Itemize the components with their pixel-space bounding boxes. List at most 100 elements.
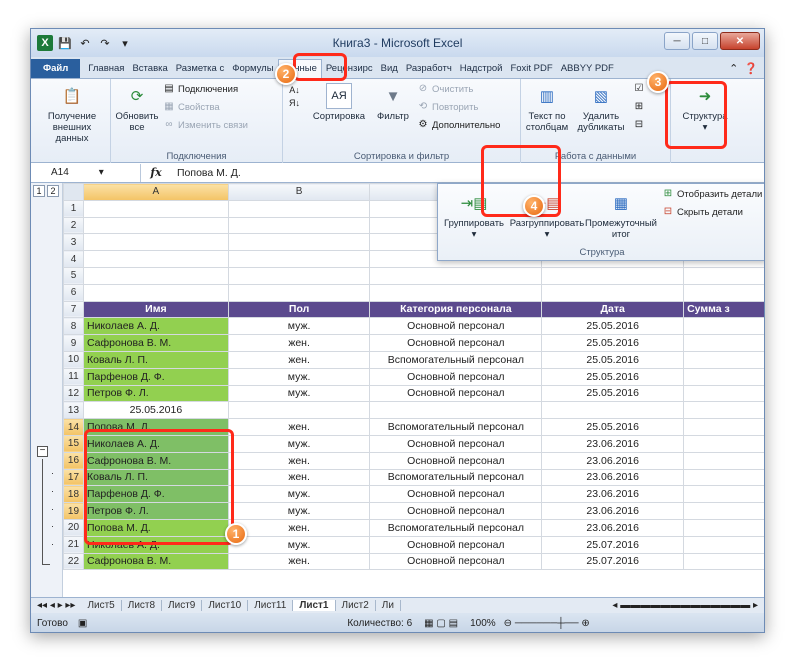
cell-category[interactable]: Основной персонал (369, 502, 543, 520)
cell-name[interactable]: Коваль Л. П. (82, 350, 229, 369)
row-header[interactable]: 8 (63, 317, 84, 336)
cell-sex[interactable]: муж. (227, 502, 371, 520)
cell-name[interactable]: Парфенов Д. Ф. (82, 485, 229, 504)
cell-name[interactable]: Николаев А. Д. (82, 317, 229, 336)
cell-sum[interactable] (683, 434, 764, 453)
structure-button[interactable]: ➜ Структура ▾ (677, 83, 733, 134)
cell-sum[interactable] (683, 468, 764, 487)
header-sex[interactable]: Пол (227, 300, 371, 319)
cell-sum[interactable] (683, 334, 764, 352)
cell-date[interactable]: 25.05.2016 (541, 384, 685, 403)
help-icon[interactable]: ❓ (744, 62, 758, 75)
row-header[interactable]: 22 (63, 552, 84, 571)
cell-sex[interactable]: жен. (227, 552, 371, 571)
cell-name[interactable]: Сафронова В. М. (82, 451, 229, 470)
cell-category[interactable]: Основной персонал (369, 552, 543, 571)
macro-record-icon[interactable]: ▣ (78, 618, 87, 629)
cell-date[interactable]: 25.07.2016 (541, 552, 685, 571)
cell-date[interactable]: 23.06.2016 (541, 502, 685, 520)
tab-abbyy[interactable]: ABBYY PDF (557, 60, 618, 78)
cell-sex[interactable]: муж. (227, 485, 371, 504)
excel-logo-icon[interactable]: X (37, 35, 53, 51)
row-header[interactable]: 9 (63, 334, 84, 352)
row-header[interactable]: 19 (63, 502, 84, 520)
show-detail-button[interactable]: ⊞ Отобразить детали (662, 188, 763, 200)
sheet-tab[interactable]: Лист2 (336, 600, 376, 611)
cell-sex[interactable]: жен. (227, 418, 371, 436)
row-header[interactable]: 2 (63, 216, 84, 235)
minimize-button[interactable]: ─ (664, 32, 690, 50)
zoom-level[interactable]: 100% (470, 618, 496, 629)
column-header-b[interactable]: B (227, 183, 371, 201)
cell-sex[interactable]: жен. (227, 451, 371, 470)
cell-date[interactable]: 25.05.2016 (541, 317, 685, 336)
sheet-tab[interactable]: Лист8 (122, 600, 163, 611)
tab-formulas[interactable]: Формулы (228, 60, 277, 78)
cell-sex[interactable]: муж. (227, 317, 371, 336)
cell-sex[interactable]: жен. (227, 350, 371, 369)
row-header[interactable]: 18 (63, 485, 84, 504)
cell-date[interactable]: 23.06.2016 (541, 518, 685, 537)
cell-category[interactable]: Основной персонал (369, 451, 543, 470)
sheet-tab[interactable]: Лист5 (81, 600, 122, 611)
sheet-tab-active[interactable]: Лист1 (293, 600, 336, 611)
maximize-button[interactable]: □ (692, 32, 718, 50)
cell-sum[interactable] (683, 552, 764, 571)
cell-category[interactable]: Вспомогательный персонал (369, 418, 543, 436)
row-header[interactable]: 1 (63, 199, 84, 218)
clear-filter-button[interactable]: ⊘ Очистить (417, 83, 474, 95)
get-external-data-button[interactable]: 📋 Получение внешних данных (37, 83, 107, 145)
row-header[interactable]: 17 (63, 468, 84, 487)
select-all-corner[interactable] (63, 183, 84, 201)
row-header[interactable]: 16 (63, 451, 84, 470)
tab-foxit[interactable]: Foxit PDF (506, 60, 556, 78)
row-header[interactable]: 15 (63, 434, 84, 453)
zoom-slider[interactable]: ⊖ ──────┼── ⊕ (504, 618, 590, 629)
cell-name[interactable]: Николаев А. Д. (82, 535, 229, 554)
filter-button[interactable]: ▼ Фильтр (373, 83, 413, 123)
cell-date[interactable]: 23.06.2016 (541, 434, 685, 453)
cell-sum[interactable] (683, 451, 764, 470)
name-box[interactable]: A14 ▾ (31, 163, 141, 182)
refresh-all-button[interactable]: ⟳ Обновить все (115, 83, 159, 134)
cell-date[interactable]: 25.05.2016 (541, 367, 685, 386)
cell-name[interactable]: Попова М. Д. (82, 418, 229, 436)
horizontal-scrollbar[interactable]: ◂ ▬▬▬▬▬▬▬▬▬▬▬▬▬ ▸ (612, 600, 764, 611)
row-header[interactable]: 3 (63, 233, 84, 252)
cell-sum[interactable] (683, 418, 764, 436)
tab-addins[interactable]: Надстрой (456, 60, 507, 78)
header-sum[interactable]: Сумма з (683, 300, 764, 319)
cell-name[interactable]: Парфенов Д. Ф. (82, 367, 229, 386)
cell-sum[interactable] (683, 367, 764, 386)
cell-date[interactable]: 25.05.2016 (541, 334, 685, 352)
sheet-tab[interactable]: Лист10 (202, 600, 249, 611)
customize-qat-icon[interactable]: ▾ (117, 35, 133, 51)
cell-category[interactable]: Основной персонал (369, 334, 543, 352)
cell-date[interactable]: 23.06.2016 (541, 468, 685, 487)
consolidate-button[interactable]: ⊞ (633, 101, 645, 113)
cell-sex[interactable]: жен. (227, 518, 371, 537)
undo-icon[interactable]: ↶ (77, 35, 93, 51)
subtotal-button[interactable]: ▦ Промежуточный итог (585, 190, 657, 241)
cell-sum[interactable] (683, 350, 764, 369)
tab-insert[interactable]: Вставка (128, 60, 171, 78)
cell-sum[interactable] (683, 485, 764, 504)
remove-duplicates-button[interactable]: ▧ Удалить дубликаты (573, 83, 629, 134)
reapply-button[interactable]: ⟲ Повторить (417, 101, 479, 113)
header-category[interactable]: Категория персонала (369, 300, 543, 319)
cell-category[interactable]: Вспомогательный персонал (369, 518, 543, 537)
cell-date[interactable]: 23.06.2016 (541, 485, 685, 504)
outline-level-2[interactable]: 2 (47, 185, 59, 197)
cell-sex[interactable]: муж. (227, 535, 371, 554)
cell-sex[interactable]: муж. (227, 384, 371, 403)
data-validation-button[interactable]: ☑ (633, 83, 645, 95)
cell-date[interactable]: 23.06.2016 (541, 451, 685, 470)
cell-name[interactable]: Петров Ф. Л. (82, 502, 229, 520)
insert-function-icon[interactable]: fx (141, 166, 171, 179)
cell-sex[interactable]: муж. (227, 434, 371, 453)
sheet-tab[interactable]: Лист9 (162, 600, 203, 611)
cell-category[interactable]: Основной персонал (369, 384, 543, 403)
cell-sum[interactable] (683, 518, 764, 537)
tab-view[interactable]: Вид (377, 60, 402, 78)
cell-name[interactable]: Попова М. Д. (82, 518, 229, 537)
